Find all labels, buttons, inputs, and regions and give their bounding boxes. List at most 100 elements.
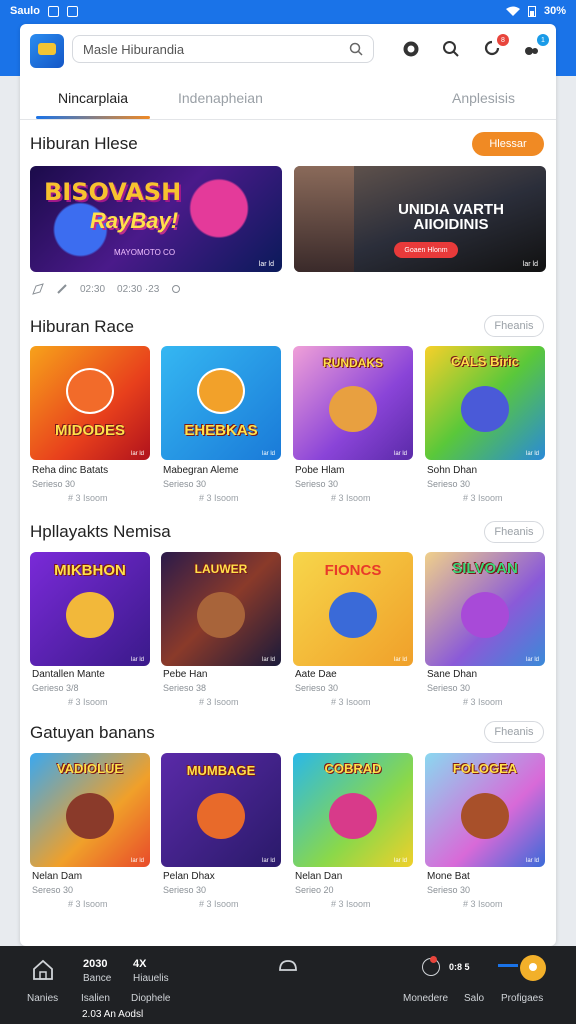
like-icon[interactable] (32, 283, 44, 295)
game-art-character (329, 592, 377, 638)
banner-2-button[interactable]: Goaen Hlonm (394, 242, 458, 258)
banner-1-subtitle-art: RayBay! (90, 208, 179, 233)
game-tile[interactable]: COBRAD lar ld (293, 753, 413, 867)
avatar-face (529, 963, 537, 971)
banner-2-title-line2: AIIOIDINIS (413, 216, 489, 233)
game-art-corner: lar ld (261, 858, 275, 864)
tab-indenapheian[interactable]: Indenapheian (178, 90, 263, 106)
stat1-label: Bance (83, 973, 112, 984)
game-art-title: RUNDAKS (323, 356, 383, 370)
game-sub: Gerieso 3/8 (32, 683, 79, 693)
bottom-nav: Nanies 2030 Bance Isalien 4X Hiauelis Di… (0, 946, 576, 1024)
wifi-icon (505, 6, 520, 16)
avatar[interactable] (520, 955, 546, 981)
featured-meta-2: 02:30 ·23 (117, 283, 160, 295)
search-placeholder: Masle Hiburandia (83, 41, 185, 57)
tab-nincarplaia[interactable]: Nincarplaia (58, 90, 128, 106)
game-tile[interactable]: EHEBKAS lar ld (161, 346, 281, 460)
image-icon (66, 5, 78, 17)
game-name: Pelan Dhax (163, 871, 215, 882)
battery-percent: 30% (543, 5, 566, 17)
search-icon[interactable] (440, 38, 462, 60)
game-meta: # 3 Isoom (68, 899, 108, 909)
tab-anplesisis[interactable]: Anplesisis (452, 90, 515, 106)
featured-banner-2[interactable]: UNIDIA VARTH AIIOIDINIS Goaen Hlonm lar … (294, 166, 546, 272)
battery-icon (527, 6, 536, 17)
game-sub: Serieso 30 (32, 479, 76, 489)
game-meta: # 3 Isoom (68, 697, 108, 707)
stat2-sub: Diophele (131, 993, 171, 1004)
notif-value: 0:8 5 (449, 962, 470, 972)
game-art-title: COBRAD (324, 761, 382, 776)
search-input[interactable]: Masle Hiburandia (72, 35, 374, 63)
game-meta: # 3 Isoom (463, 493, 503, 503)
section-title-banans: Gatuyan banans (30, 723, 155, 742)
game-tile[interactable]: FIONCS lar ld (293, 552, 413, 666)
banner-1-title: BISOVASH (44, 178, 182, 206)
game-sub: Serieso 30 (427, 479, 471, 489)
game-name: Reha dinc Batats (32, 465, 109, 476)
game-tile[interactable]: RUNDAKS lar ld (293, 346, 413, 460)
game-art-corner: lar ld (130, 451, 144, 457)
share-icon[interactable] (171, 284, 181, 294)
game-art-character (461, 386, 509, 432)
game-tile[interactable]: MUMBAGE lar ld (161, 753, 281, 867)
nav-profile-label[interactable]: Profigaes (501, 993, 543, 1004)
featured-action-button[interactable]: Hlessar (472, 132, 544, 156)
nav-salo-label[interactable]: Salo (464, 993, 484, 1004)
alert-icon[interactable] (400, 38, 422, 60)
game-art-character (66, 592, 114, 638)
game-art-title: FIONCS (324, 562, 382, 579)
game-tile[interactable]: FOLOGEA lar ld (425, 753, 545, 867)
logo-icon[interactable] (30, 34, 64, 68)
game-tile[interactable]: CALS Biric lar ld (425, 346, 545, 460)
banner-2-corner: lar ld (522, 261, 538, 268)
section-banans-action[interactable]: Fheanis (484, 721, 544, 743)
game-sub: Serieso 38 (163, 683, 207, 693)
featured-banner-1[interactable]: BISOVASH RayBay! MAYOMOTO CO lar ld (30, 166, 282, 272)
center-nav-icon[interactable] (278, 958, 298, 976)
section-title-nemisa: Hpllayakts Nemisa (30, 522, 171, 541)
game-meta: # 3 Isoom (331, 899, 371, 909)
game-art-character (197, 793, 245, 839)
bell-icon[interactable]: 8 (481, 34, 509, 60)
game-tile[interactable]: SILVOAN lar ld (425, 552, 545, 666)
game-art-character (461, 592, 509, 638)
game-art-corner: lar ld (525, 451, 539, 457)
game-art-character (197, 368, 245, 414)
game-sub: Serieo 20 (295, 885, 334, 895)
game-art-corner: lar ld (261, 451, 275, 457)
game-icon[interactable]: 1 (521, 34, 549, 60)
section-nemisa-action[interactable]: Fheanis (484, 521, 544, 543)
game-art-corner: lar ld (130, 858, 144, 864)
nav-home-label[interactable]: Nanies (27, 993, 58, 1004)
game-sub: Serieso 30 (427, 885, 471, 895)
app-header: Masle Hiburandia 8 1 (20, 24, 556, 78)
game-meta: # 3 Isoom (331, 697, 371, 707)
game-name: Sane Dhan (427, 669, 478, 680)
game-sub: Sereso 30 (32, 885, 74, 895)
game-tile[interactable]: VADIOLUE lar ld (30, 753, 150, 867)
game-tile[interactable]: MIKBHON lar ld (30, 552, 150, 666)
nav-monedere-label[interactable]: Monedere (403, 993, 448, 1004)
game-art-character (329, 386, 377, 432)
game-art-title: MUMBAGE (186, 763, 256, 778)
game-tile[interactable]: MIDODES lar ld (30, 346, 150, 460)
stat1-value: 2030 (83, 958, 108, 970)
game-name: Nelan Dam (32, 871, 83, 882)
notification-icon (47, 5, 59, 17)
game-art-title: VADIOLUE (56, 761, 124, 776)
main-card: Masle Hiburandia 8 1 Nincarplaia Indenap… (20, 24, 556, 946)
game-tile[interactable]: LAUWER lar ld (161, 552, 281, 666)
game-art-character (461, 793, 509, 839)
section-race-action[interactable]: Fheanis (484, 315, 544, 337)
game-meta: # 3 Isoom (199, 899, 239, 909)
game-meta: # 3 Isoom (331, 493, 371, 503)
game-art-title: FOLOGEA (452, 761, 518, 776)
game-sub: Serieso 30 (163, 885, 207, 895)
game-name: Mone Bat (427, 871, 470, 882)
profile-accent (498, 964, 518, 967)
game-art-character (197, 592, 245, 638)
home-icon[interactable] (31, 958, 55, 982)
comment-icon[interactable] (56, 283, 68, 295)
